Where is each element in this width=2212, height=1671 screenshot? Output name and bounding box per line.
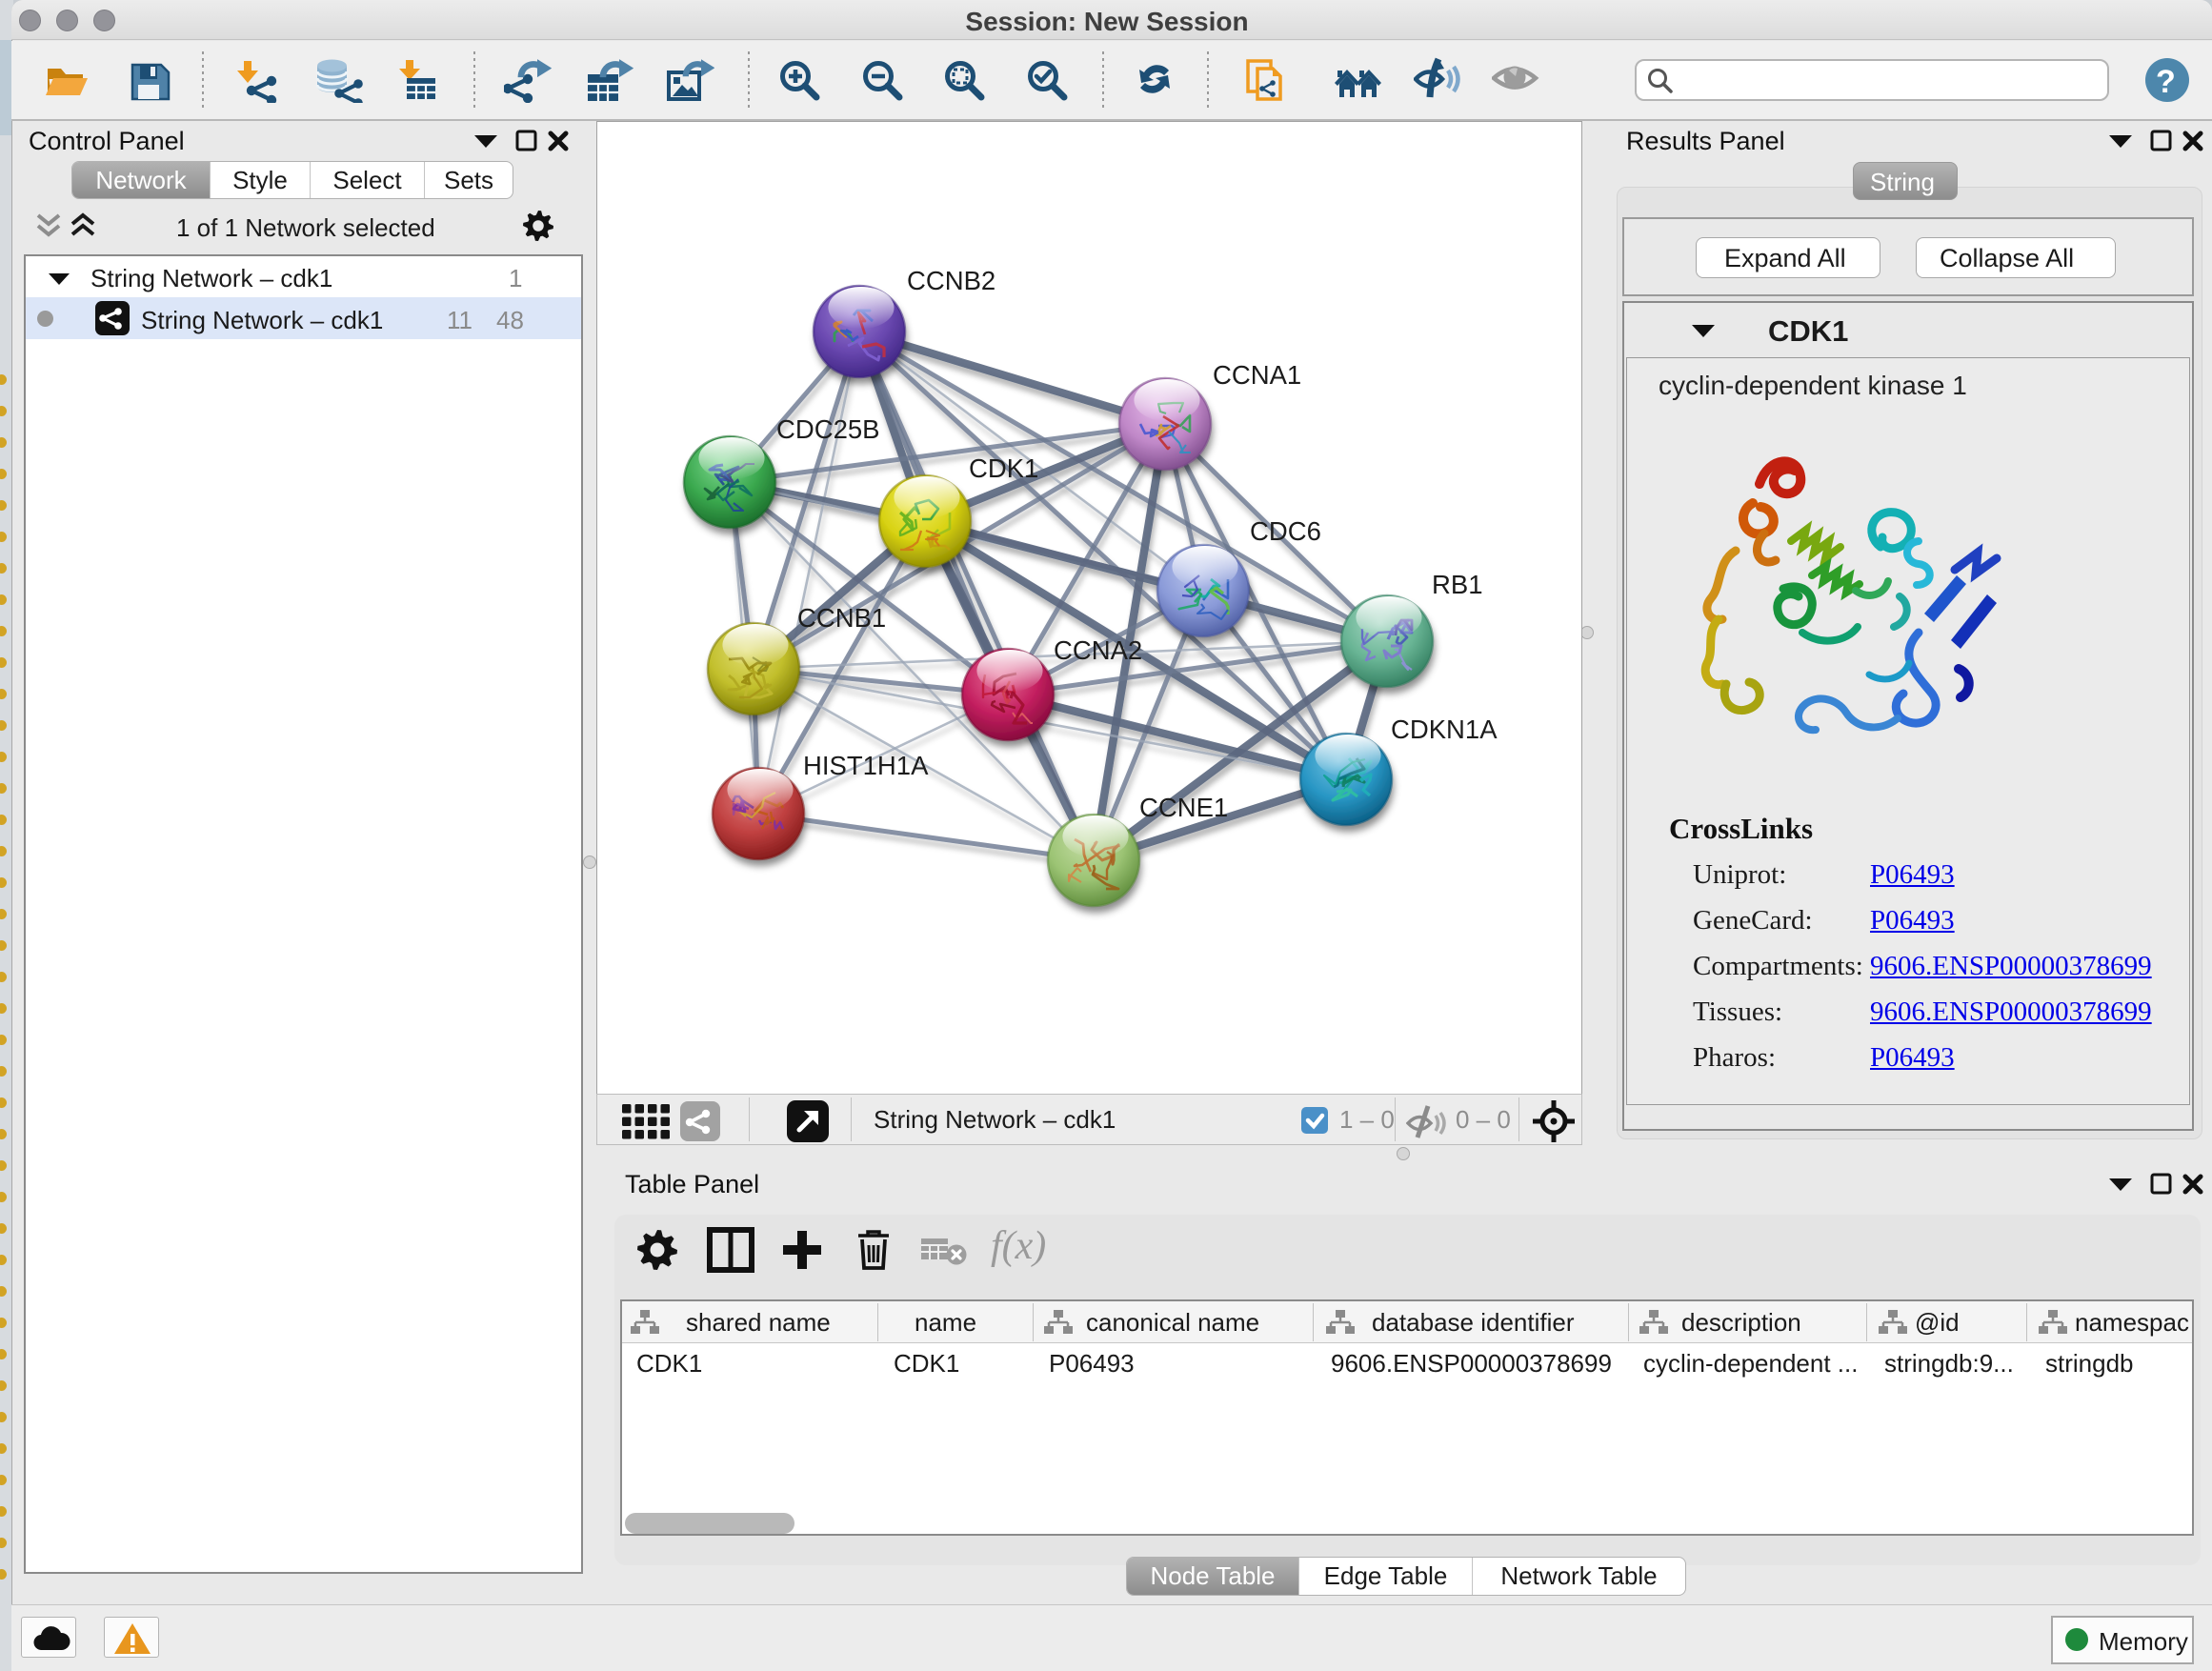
- svg-text:HIST1H1A: HIST1H1A: [803, 751, 929, 780]
- svg-text:CCNE1: CCNE1: [1139, 793, 1228, 822]
- svg-text:CDKN1A: CDKN1A: [1391, 715, 1498, 744]
- svg-text:RB1: RB1: [1432, 570, 1483, 599]
- svg-text:CDC25B: CDC25B: [776, 414, 880, 444]
- svg-text:CDK1: CDK1: [969, 453, 1038, 483]
- svg-text:CCNB1: CCNB1: [797, 603, 886, 633]
- svg-text:CCNB2: CCNB2: [907, 266, 995, 295]
- svg-text:CCNA1: CCNA1: [1213, 360, 1301, 390]
- svg-text:CDC6: CDC6: [1250, 516, 1321, 546]
- svg-text:CCNA2: CCNA2: [1054, 635, 1142, 665]
